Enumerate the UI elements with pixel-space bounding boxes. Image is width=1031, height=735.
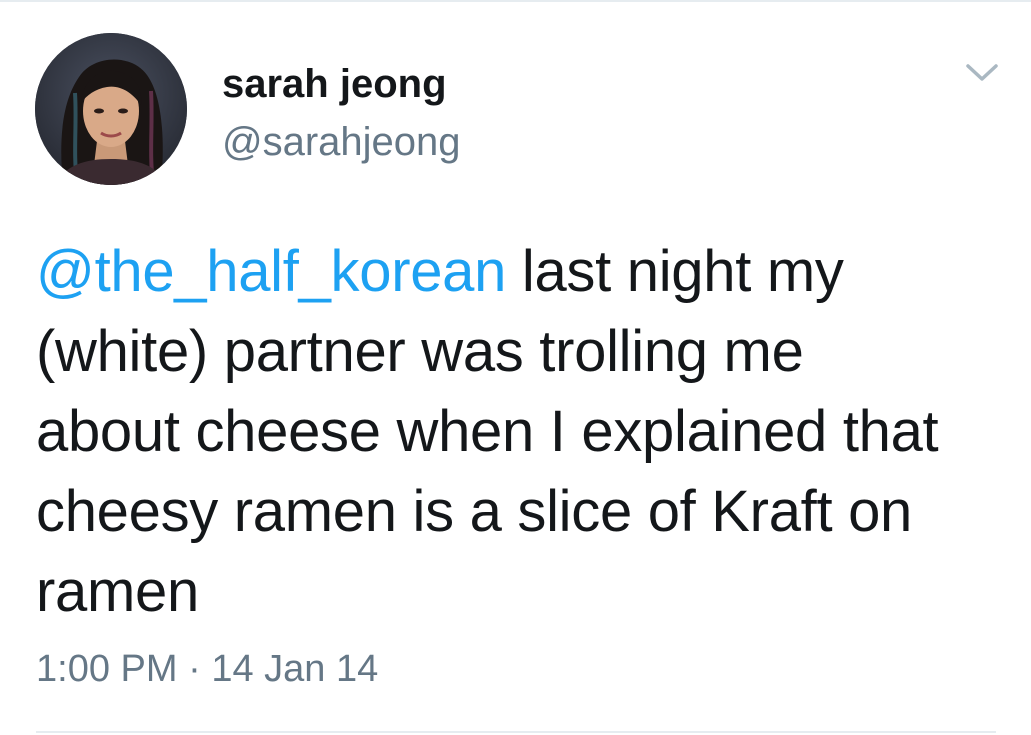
bottom-divider: [36, 731, 996, 733]
top-divider: [0, 0, 1031, 2]
timestamp-separator: ·: [188, 648, 201, 690]
tweet-text: @the_half_korean last night my (white) p…: [36, 232, 956, 632]
tweet-date: 14 Jan 14: [211, 648, 379, 690]
tweet-time: 1:00 PM: [36, 648, 178, 690]
author-display-name[interactable]: sarah jeong: [222, 62, 447, 107]
mention-link[interactable]: @the_half_korean: [36, 239, 506, 304]
tweet-menu-button[interactable]: [960, 58, 1004, 88]
chevron-down-icon: [966, 64, 998, 81]
author-handle[interactable]: @sarahjeong: [222, 120, 461, 165]
avatar[interactable]: [35, 33, 187, 185]
tweet-timestamp[interactable]: 1:00 PM · 14 Jan 14: [36, 648, 378, 691]
profile-photo-icon: [35, 33, 187, 185]
